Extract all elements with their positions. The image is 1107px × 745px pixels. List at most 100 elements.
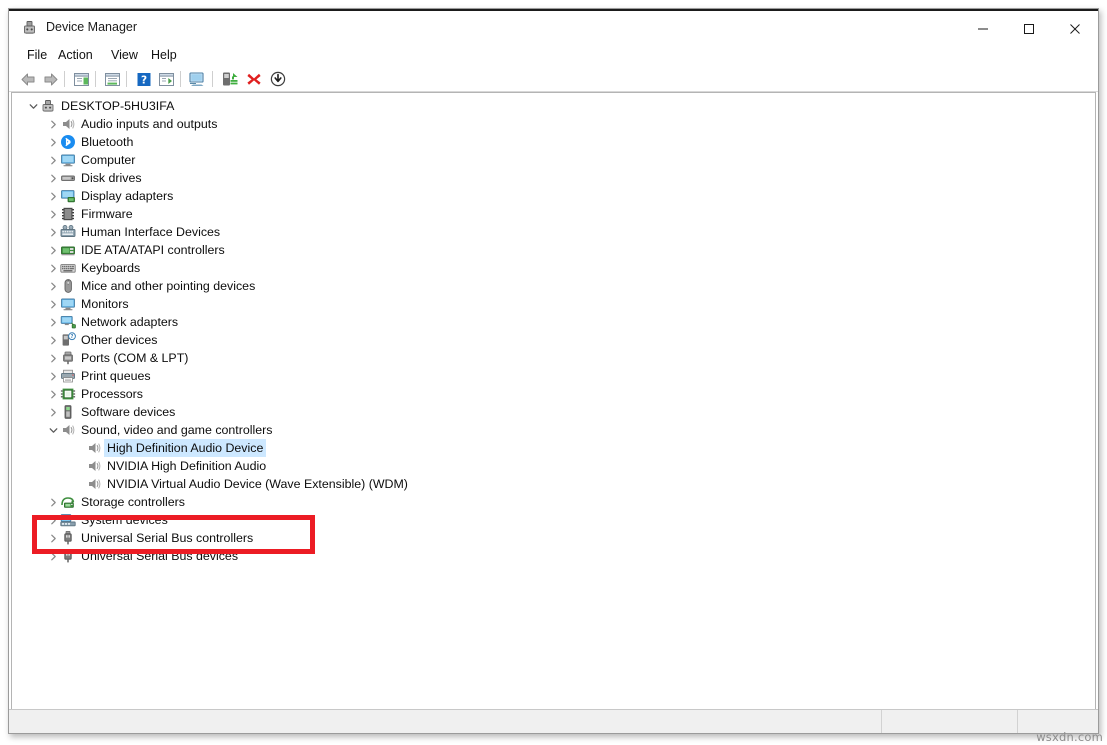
update-driver-icon[interactable] [219, 69, 240, 89]
uninstall-device-icon[interactable] [243, 69, 264, 89]
minimize-button[interactable] [960, 13, 1006, 45]
tree-item-print-queues[interactable]: Print queues [12, 367, 1095, 385]
tree-item-network-adapters[interactable]: Network adapters [12, 313, 1095, 331]
tree-item-label: Human Interface Devices [81, 225, 221, 239]
window-title: Device Manager [46, 20, 138, 34]
show-hide-console-tree-icon[interactable] [71, 69, 92, 89]
chevron-right-icon[interactable] [46, 313, 60, 331]
chevron-right-icon[interactable] [46, 493, 60, 511]
chevron-right-icon[interactable] [46, 403, 60, 421]
tree-item-nvidia-virtual-audio-device-wave-extensible-wdm[interactable]: NVIDIA Virtual Audio Device (Wave Extens… [12, 475, 1095, 493]
chevron-right-icon[interactable] [46, 277, 60, 295]
tree-item-universal-serial-bus-devices[interactable]: Universal Serial Bus devices [12, 547, 1095, 565]
back-icon[interactable] [17, 69, 38, 89]
title-bar: Device Manager [9, 11, 1098, 45]
chevron-right-icon[interactable] [46, 295, 60, 313]
show-hide-action-pane-icon[interactable] [156, 69, 177, 89]
help-icon[interactable]: ? [133, 69, 154, 89]
chevron-right-icon[interactable] [46, 259, 60, 277]
storage-controller-icon [60, 494, 76, 510]
tree-item-universal-serial-bus-controllers[interactable]: Universal Serial Bus controllers [12, 529, 1095, 547]
monitor-icon [60, 296, 76, 312]
tree-item-label: High Definition Audio Device [104, 439, 267, 457]
tree-item-label: DESKTOP-5HU3IFA [61, 99, 175, 113]
tree-item-label: Print queues [81, 369, 151, 383]
network-adapter-icon [60, 314, 76, 330]
tree-item-label: Display adapters [81, 189, 174, 203]
mouse-icon [60, 278, 76, 294]
tree-item-ports-com-lpt[interactable]: Ports (COM & LPT) [12, 349, 1095, 367]
tree-item-storage-controllers[interactable]: Storage controllers [12, 493, 1095, 511]
tree-item-ide-ata-atapi-controllers[interactable]: IDE ATA/ATAPI controllers [12, 241, 1095, 259]
close-button[interactable] [1052, 13, 1098, 45]
tree-item-system-devices[interactable]: System devices [12, 511, 1095, 529]
printer-icon [60, 368, 76, 384]
tree-item-monitors[interactable]: Monitors [12, 295, 1095, 313]
forward-icon[interactable] [40, 69, 61, 89]
tree-item-nvidia-high-definition-audio[interactable]: NVIDIA High Definition Audio [12, 457, 1095, 475]
tree-item-processors[interactable]: Processors [12, 385, 1095, 403]
tree-item-firmware[interactable]: Firmware [12, 205, 1095, 223]
maximize-button[interactable] [1006, 13, 1052, 45]
speaker-icon [86, 476, 102, 492]
status-bar-separator [881, 710, 882, 733]
ide-controller-icon [60, 242, 76, 258]
tree-item-audio-inputs-and-outputs[interactable]: Audio inputs and outputs [12, 115, 1095, 133]
chevron-right-icon[interactable] [46, 169, 60, 187]
tree-item-sound-video-and-game-controllers[interactable]: Sound, video and game controllers [12, 421, 1095, 439]
tree-item-label: Universal Serial Bus controllers [81, 531, 254, 545]
tree-item-mice-and-other-pointing-devices[interactable]: Mice and other pointing devices [12, 277, 1095, 295]
usb-icon [60, 530, 76, 546]
tree-item-label: Computer [81, 153, 136, 167]
menu-item-help[interactable]: Help [146, 47, 182, 63]
tree-item-high-definition-audio-device[interactable]: High Definition Audio Device [12, 439, 1095, 457]
menu-item-view[interactable]: View [106, 47, 143, 63]
chevron-right-icon[interactable] [46, 133, 60, 151]
chevron-right-icon[interactable] [46, 223, 60, 241]
chevron-right-icon[interactable] [46, 205, 60, 223]
svg-text:?: ? [140, 74, 146, 86]
menu-item-action[interactable]: Action [53, 47, 98, 63]
tree-item-label: Keyboards [81, 261, 141, 275]
scan-for-hardware-changes-icon[interactable] [187, 69, 208, 89]
properties-icon[interactable] [102, 69, 123, 89]
chevron-right-icon[interactable] [46, 115, 60, 133]
device-tree-pane[interactable]: DESKTOP-5HU3IFA Audio inputs and outputs B… [11, 92, 1096, 711]
tree-item-software-devices[interactable]: Software devices [12, 403, 1095, 421]
chevron-down-icon[interactable] [46, 421, 60, 439]
chevron-right-icon[interactable] [46, 331, 60, 349]
computer-icon [40, 98, 56, 114]
tree-item-label: Bluetooth [81, 135, 134, 149]
chevron-right-icon[interactable] [46, 385, 60, 403]
tree-item-label: Other devices [81, 333, 158, 347]
toolbar: ? [9, 66, 1098, 92]
chevron-right-icon[interactable] [46, 187, 60, 205]
disable-device-icon[interactable] [267, 69, 288, 89]
chevron-right-icon[interactable] [46, 241, 60, 259]
chevron-right-icon[interactable] [46, 529, 60, 547]
tree-item-bluetooth[interactable]: Bluetooth [12, 133, 1095, 151]
other-device-icon: ? [60, 332, 76, 348]
software-device-icon [60, 404, 76, 420]
toolbar-separator [64, 71, 65, 87]
tree-item-computer[interactable]: Computer [12, 151, 1095, 169]
chevron-right-icon[interactable] [46, 367, 60, 385]
chevron-right-icon[interactable] [46, 547, 60, 565]
tree-item-desktop-5hu3ifa[interactable]: DESKTOP-5HU3IFA [12, 97, 1095, 115]
tree-item-disk-drives[interactable]: Disk drives [12, 169, 1095, 187]
tree-item-keyboards[interactable]: Keyboards [12, 259, 1095, 277]
tree-item-other-devices[interactable]: ? Other devices [12, 331, 1095, 349]
system-device-icon [60, 512, 76, 528]
chevron-right-icon[interactable] [46, 349, 60, 367]
bluetooth-icon [60, 134, 76, 150]
tree-item-human-interface-devices[interactable]: Human Interface Devices [12, 223, 1095, 241]
menu-bar: File Action View Help [9, 45, 1098, 67]
device-manager-icon [21, 19, 38, 36]
tree-item-display-adapters[interactable]: Display adapters [12, 187, 1095, 205]
chevron-right-icon[interactable] [46, 511, 60, 529]
menu-item-file[interactable]: File [22, 47, 52, 63]
chevron-down-icon[interactable] [26, 97, 40, 115]
chevron-right-icon[interactable] [46, 151, 60, 169]
screenshot-canvas: Device Manager File Action View Help ? D… [0, 0, 1107, 745]
